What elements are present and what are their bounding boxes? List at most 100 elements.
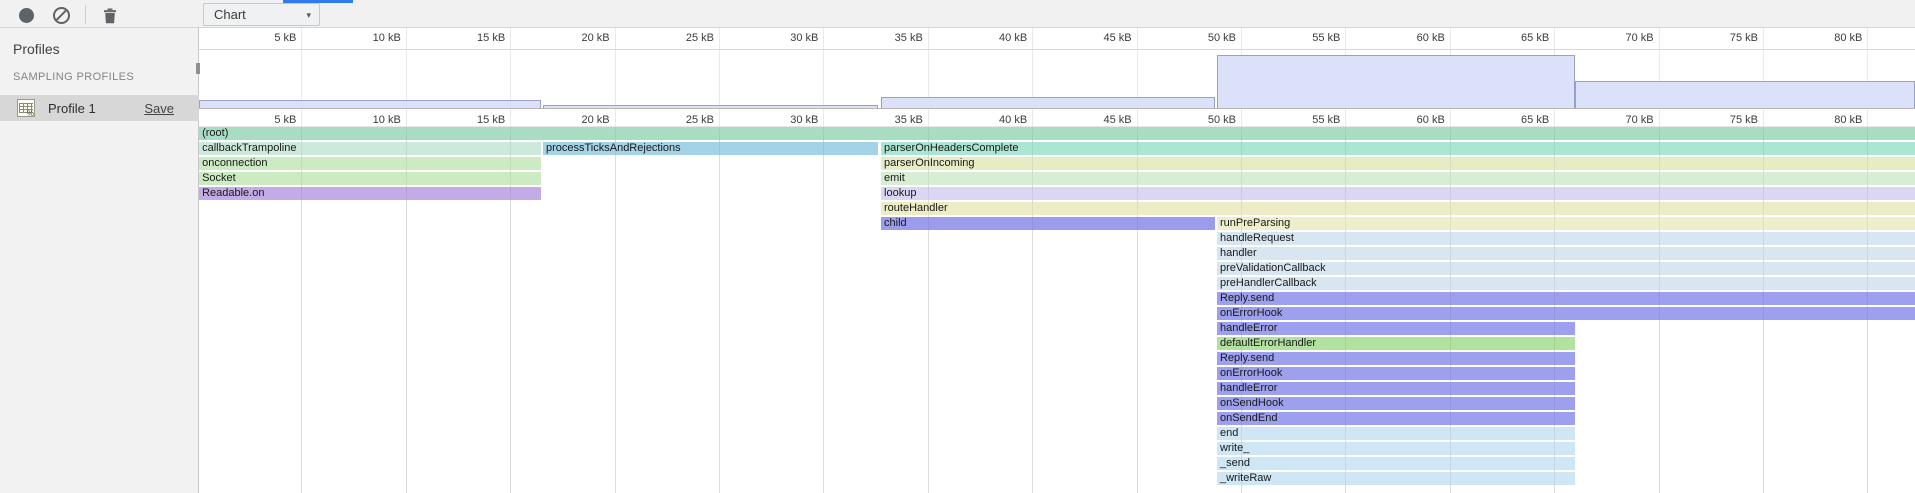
flame-frame-root[interactable]: (root) (199, 127, 1915, 140)
tick-label-10kb: 10 kB (346, 32, 401, 44)
gridline-overlay-30kb (823, 127, 824, 493)
tick-label-60kb: 60 kB (1390, 32, 1445, 44)
gridline-overlay-15kb (510, 127, 511, 493)
flame-frame-child[interactable]: child (881, 217, 1215, 230)
flame-frame-onErrorHook[interactable]: onErrorHook (1217, 307, 1915, 320)
tick-label-65kb: 65 kB (1494, 114, 1549, 126)
tick-label-65kb: 65 kB (1494, 32, 1549, 44)
tick-label-55kb: 55 kB (1285, 114, 1340, 126)
tick-label-35kb: 35 kB (868, 32, 923, 44)
gridline-overlay-55kb (1345, 127, 1346, 493)
tick-label-80kb: 80 kB (1807, 114, 1862, 126)
tick-label-25kb: 25 kB (659, 114, 714, 126)
gridline-overlay-80kb (1867, 127, 1868, 493)
flame-frame-onErrorHook[interactable]: onErrorHook (1217, 367, 1575, 380)
gridline-overlay-10kb (406, 127, 407, 493)
tick-label-70kb: 70 kB (1599, 114, 1654, 126)
flame-frame-onSendEnd[interactable]: onSendEnd (1217, 412, 1575, 425)
gridline-overlay-20kb (615, 127, 616, 493)
gridline-overlay-50kb (1241, 127, 1242, 493)
tick-label-35kb: 35 kB (868, 114, 923, 126)
sidebar-item-profile-1[interactable]: % Profile 1 Save (0, 95, 199, 121)
tick-label-15kb: 15 kB (450, 114, 505, 126)
tick-label-55kb: 55 kB (1285, 32, 1340, 44)
tick-label-30kb: 30 kB (763, 114, 818, 126)
flame-frame-end[interactable]: end (1217, 427, 1575, 440)
flame-frame-onconnection[interactable]: onconnection (199, 157, 541, 170)
flame-frame-preValidationCallback[interactable]: preValidationCallback (1217, 262, 1915, 275)
flame-frame-handleError[interactable]: handleError (1217, 382, 1575, 395)
flame-frame-emit[interactable]: emit (881, 172, 1915, 185)
sampling-profiles-section-label: SAMPLING PROFILES (13, 71, 134, 83)
flame-frame-Socket[interactable]: Socket (199, 172, 541, 185)
flame-frame-routeHandler[interactable]: routeHandler (881, 202, 1915, 215)
save-profile-link[interactable]: Save (144, 101, 174, 116)
tick-label-75kb: 75 kB (1703, 32, 1758, 44)
flame-frame-processTicksAndRejections[interactable]: processTicksAndRejections (543, 142, 878, 155)
tick-label-40kb: 40 kB (972, 114, 1027, 126)
flame-frame-Readable.on[interactable]: Readable.on (199, 187, 541, 200)
tick-label-20kb: 20 kB (555, 114, 610, 126)
chevron-down-icon: ▾ (306, 10, 311, 21)
heap-profile-icon: % (17, 99, 35, 117)
gridline-overlay-70kb (1659, 127, 1660, 493)
flame-frame-lookup[interactable]: lookup (881, 187, 1915, 200)
tick-label-5kb: 5 kB (241, 32, 296, 44)
overview-block-3 (1217, 55, 1575, 108)
tick-label-80kb: 80 kB (1807, 32, 1862, 44)
flame-chart-pane: 5 kB5 kB10 kB10 kB15 kB15 kB20 kB20 kB25… (199, 28, 1915, 493)
tick-label-50kb: 50 kB (1181, 114, 1236, 126)
flame-frame-_send[interactable]: _send (1217, 457, 1575, 470)
tick-label-45kb: 45 kB (1077, 114, 1132, 126)
profile-name: Profile 1 (48, 101, 96, 116)
flame-frame-parserOnHeadersComplete[interactable]: parserOnHeadersComplete (881, 142, 1915, 155)
profiles-sidebar: Profiles SAMPLING PROFILES % Profile 1 S… (0, 28, 199, 493)
heap-profiler-panel: Chart ▾ Profiles SAMPLING PROFILES % Pro… (0, 0, 1915, 493)
tick-label-50kb: 50 kB (1181, 32, 1236, 44)
tick-label-75kb: 75 kB (1703, 114, 1758, 126)
flame-frame-callbackTrampoline[interactable]: callbackTrampoline (199, 142, 541, 155)
gridline-overlay-25kb (719, 127, 720, 493)
tick-label-70kb: 70 kB (1599, 32, 1654, 44)
flame-frame-write_[interactable]: write_ (1217, 442, 1575, 455)
tick-label-5kb: 5 kB (241, 114, 296, 126)
clear-button[interactable] (49, 3, 73, 27)
sidebar-title: Profiles (13, 41, 60, 57)
gridline-overlay-75kb (1763, 127, 1764, 493)
gridline-overlay-35kb (928, 127, 929, 493)
tick-label-20kb: 20 kB (555, 32, 610, 44)
clear-icon (53, 7, 70, 24)
flame-frame-Reply.send[interactable]: Reply.send (1217, 292, 1915, 305)
flame-frame-onSendHook[interactable]: onSendHook (1217, 397, 1575, 410)
record-button[interactable] (14, 3, 38, 27)
delete-profile-button[interactable] (98, 3, 122, 27)
flame-frame-parserOnIncoming[interactable]: parserOnIncoming (881, 157, 1915, 170)
gridline-overlay-60kb (1450, 127, 1451, 493)
profiler-toolbar: Chart ▾ (0, 0, 1915, 28)
gridline-overlay-65kb (1554, 127, 1555, 493)
overview-pane[interactable] (199, 49, 1915, 108)
overview-block-4 (1575, 81, 1915, 108)
gridline-overlay-5kb (301, 127, 302, 493)
view-mode-value: Chart (214, 7, 246, 22)
trash-icon (102, 7, 118, 24)
record-icon (19, 8, 34, 23)
scrollbar-thumb[interactable] (196, 63, 200, 74)
flame-frame-Reply.send[interactable]: Reply.send (1217, 352, 1575, 365)
toolbar-separator (85, 5, 86, 24)
flame-frame-handleRequest[interactable]: handleRequest (1217, 232, 1915, 245)
gridline-overlay-40kb (1032, 127, 1033, 493)
flame-frame-_writeRaw[interactable]: _writeRaw (1217, 472, 1575, 485)
tick-label-60kb: 60 kB (1390, 114, 1445, 126)
flame-frame-preHandlerCallback[interactable]: preHandlerCallback (1217, 277, 1915, 290)
overview-block-0 (199, 100, 541, 108)
overview-block-2 (881, 97, 1215, 108)
flame-frame-runPreParsing[interactable]: runPreParsing (1217, 217, 1915, 230)
tick-label-10kb: 10 kB (346, 114, 401, 126)
view-mode-dropdown[interactable]: Chart ▾ (203, 3, 320, 26)
tick-label-30kb: 30 kB (763, 32, 818, 44)
gridline-overlay-45kb (1137, 127, 1138, 493)
flame-frame-handleError[interactable]: handleError (1217, 322, 1575, 335)
flame-frame-defaultErrorHandler[interactable]: defaultErrorHandler (1217, 337, 1575, 350)
flame-frame-handler[interactable]: handler (1217, 247, 1915, 260)
